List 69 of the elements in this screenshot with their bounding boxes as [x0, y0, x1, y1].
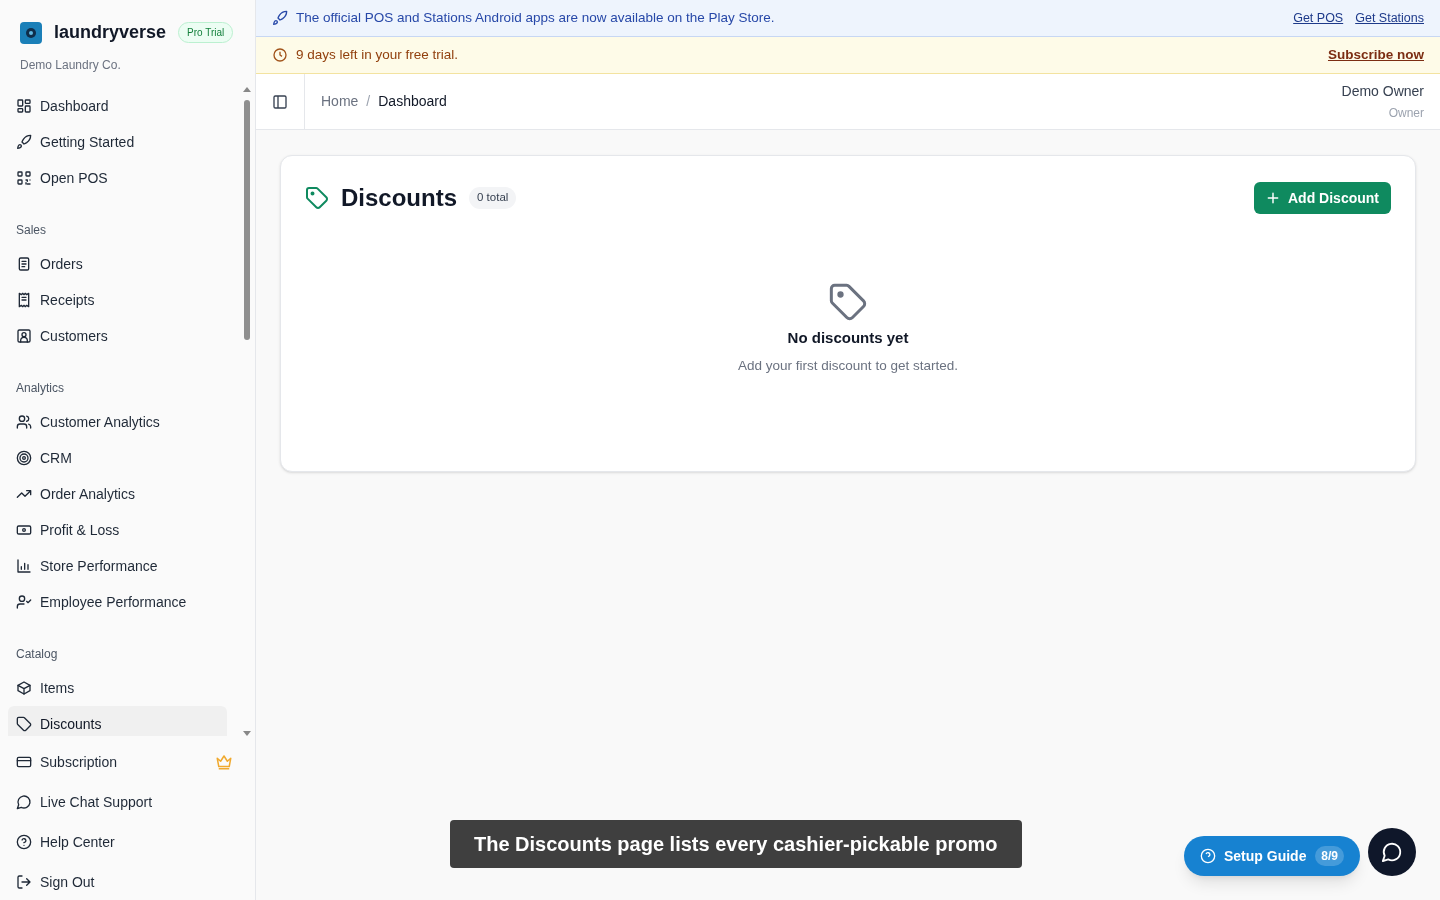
nav-item[interactable]: Subscription: [8, 742, 247, 782]
nav-item[interactable]: Open POS: [8, 160, 227, 196]
nav-item[interactable]: Customers: [8, 318, 227, 354]
chat-bubble-icon: [16, 794, 32, 810]
add-discount-button[interactable]: Add Discount: [1254, 182, 1391, 214]
breadcrumb-link[interactable]: Home: [321, 91, 359, 112]
user-check-icon: [16, 594, 32, 610]
nav-item[interactable]: Discounts: [8, 706, 227, 736]
nav-item[interactable]: Employee Performance: [8, 584, 227, 620]
nav-item[interactable]: Order Analytics: [8, 476, 227, 512]
store-link[interactable]: Get POS: [1293, 8, 1344, 28]
announcement-text: The official POS and Stations Android apps are now available on the Play Store.: [296, 8, 775, 27]
rocket-icon: [272, 10, 288, 26]
clipboard-icon: [16, 256, 32, 272]
nav-item[interactable]: Profit & Loss: [8, 512, 227, 548]
nav-item[interactable]: Customer Analytics: [8, 404, 227, 440]
package-icon: [16, 680, 32, 696]
empty-state-text: Add your first discount to get started.: [738, 356, 958, 375]
users-icon: [16, 414, 32, 430]
tag-icon: [16, 716, 32, 732]
section-label: Analytics: [15, 380, 66, 397]
sign-out-icon: [16, 874, 32, 890]
credit-card-icon: [16, 754, 32, 770]
breadcrumb-separator: /: [366, 92, 371, 111]
progress-badge: 8/9: [1315, 846, 1344, 866]
store-link[interactable]: Get Stations: [1355, 8, 1424, 28]
tag-icon: [305, 186, 329, 210]
bar-chart-icon: [16, 558, 32, 574]
help-icon: [1200, 848, 1216, 864]
empty-state-title: No discounts yet: [787, 328, 909, 348]
trial-text: 9 days left in your free trial.: [296, 45, 459, 64]
target-icon: [16, 450, 32, 466]
breadcrumb-link[interactable]: Dashboard: [378, 91, 447, 112]
count-badge: 0 total: [469, 187, 517, 209]
user-name: Demo Owner: [1341, 82, 1424, 101]
banknote-icon: [16, 522, 32, 538]
setup-guide-button[interactable]: Setup Guide 8/9: [1184, 836, 1360, 876]
section-label: Sales: [15, 222, 48, 239]
brand-name: laundryverse: [54, 21, 167, 44]
chat-icon: [1381, 841, 1403, 863]
receipt-icon: [16, 292, 32, 308]
nav-item[interactable]: Help Center: [8, 822, 247, 862]
plus-icon: [1266, 191, 1280, 205]
chat-button[interactable]: [1368, 828, 1416, 876]
qr-code-icon: [16, 170, 32, 186]
plan-badge: Pro Trial: [178, 22, 234, 43]
nav-item[interactable]: Dashboard: [8, 88, 227, 124]
nav-item[interactable]: Live Chat Support: [8, 782, 247, 822]
sidebar-toggle-icon[interactable]: [272, 93, 288, 110]
nav-item[interactable]: Items: [8, 670, 227, 706]
nav-item[interactable]: Store Performance: [8, 548, 227, 584]
tag-icon: [828, 282, 868, 322]
nav-item[interactable]: Sign Out: [8, 862, 247, 900]
page-title: Discounts: [341, 183, 457, 213]
nav-item[interactable]: Orders: [8, 246, 227, 282]
nav-item[interactable]: CRM: [8, 440, 227, 476]
nav-item[interactable]: Receipts: [8, 282, 227, 318]
user-role: Owner: [1387, 105, 1424, 122]
logo-icon: [20, 21, 42, 44]
clock-icon: [272, 47, 288, 63]
help-icon: [16, 834, 32, 850]
contact-card-icon: [16, 328, 32, 344]
caption-text: The Discounts page lists every cashier-pickable promo: [474, 832, 998, 857]
company-name: Demo Laundry Co.: [20, 57, 122, 74]
section-label: Catalog: [15, 646, 59, 663]
subscribe-link[interactable]: Subscribe now: [1327, 44, 1424, 66]
rocket-icon: [16, 134, 32, 150]
nav-item[interactable]: Getting Started: [8, 124, 227, 160]
grid-icon: [16, 98, 32, 114]
